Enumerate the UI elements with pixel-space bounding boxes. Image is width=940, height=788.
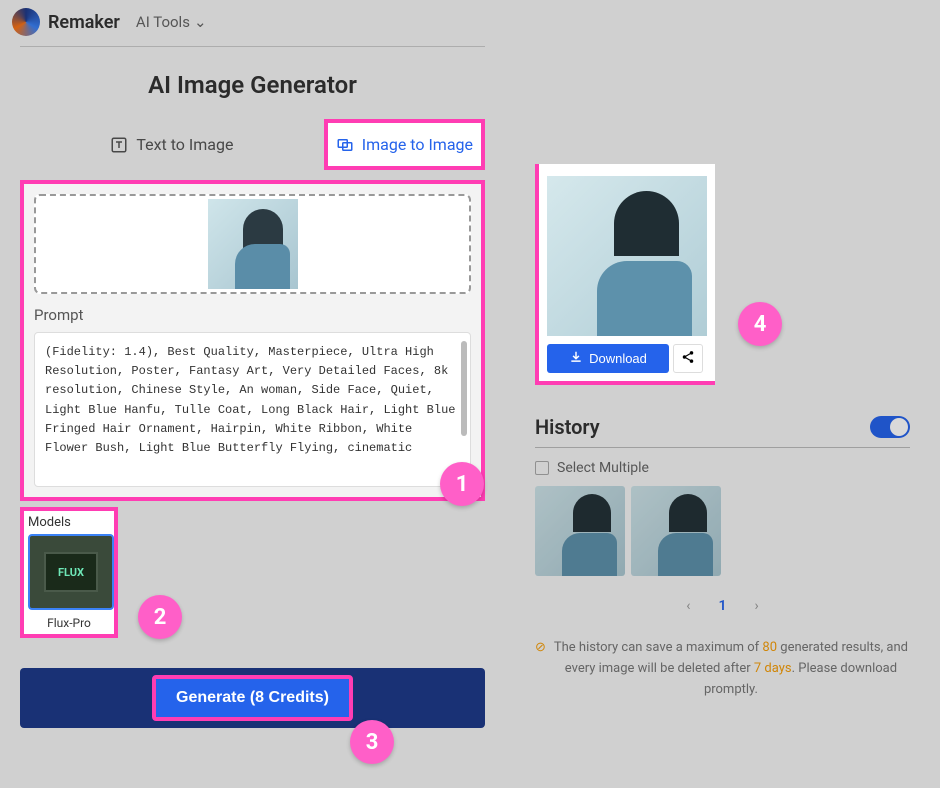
- model-name: Flux-Pro: [28, 616, 110, 630]
- history-note: ⊘ The history can save a maximum of 80 g…: [535, 638, 910, 700]
- generate-bar: Generate (8 Credits): [20, 668, 485, 728]
- history-thumb[interactable]: [535, 486, 625, 576]
- ai-tools-dropdown[interactable]: AI Tools ⌄: [136, 13, 207, 31]
- tab-image-to-image-highlight: Image to Image: [324, 119, 485, 170]
- image-swap-icon: [336, 136, 354, 154]
- history-title: History: [535, 415, 600, 439]
- generate-button[interactable]: Generate (8 Credits): [152, 675, 353, 721]
- download-button[interactable]: Download: [547, 344, 669, 373]
- models-label: Models: [28, 515, 110, 530]
- tab-text-to-image[interactable]: Text to Image: [20, 119, 324, 170]
- prompt-textarea[interactable]: (Fidelity: 1.4), Best Quality, Masterpie…: [34, 332, 471, 487]
- generated-image[interactable]: [547, 176, 707, 336]
- step-badge-1: 1: [440, 462, 484, 506]
- uploaded-thumbnail[interactable]: [208, 199, 298, 289]
- select-multiple-row[interactable]: Select Multiple: [535, 460, 910, 476]
- history-thumb[interactable]: [631, 486, 721, 576]
- step-badge-4: 4: [738, 302, 782, 346]
- share-button[interactable]: [673, 344, 703, 373]
- step-badge-2: 2: [138, 595, 182, 639]
- tab-image-to-image[interactable]: Image to Image: [336, 125, 473, 164]
- model-flux-tag: FLUX: [58, 566, 84, 579]
- checkbox-icon[interactable]: [535, 461, 549, 475]
- history-toggle[interactable]: [870, 416, 910, 438]
- page-current[interactable]: 1: [719, 598, 727, 614]
- page-title: AI Image Generator: [20, 71, 485, 99]
- tools-label: AI Tools: [136, 13, 190, 31]
- warning-icon: ⊘: [535, 638, 546, 700]
- step-badge-3: 3: [350, 720, 394, 764]
- logo-icon: [12, 8, 40, 36]
- scrollbar-thumb[interactable]: [461, 341, 467, 436]
- share-icon: [681, 350, 695, 367]
- page-prev[interactable]: ‹: [686, 598, 690, 614]
- history-thumbnails: [535, 486, 910, 576]
- result-card-highlight: Download: [535, 164, 715, 385]
- download-icon: [569, 350, 583, 367]
- text-icon: [110, 136, 128, 154]
- model-card-flux-pro[interactable]: FLUX: [28, 534, 114, 610]
- brand-name: Remaker: [48, 12, 120, 33]
- chevron-down-icon: ⌄: [194, 13, 207, 31]
- app-header: Remaker AI Tools ⌄: [0, 0, 940, 44]
- models-section-highlight: Models FLUX Flux-Pro: [20, 507, 118, 638]
- prompt-label: Prompt: [34, 306, 471, 324]
- page-next[interactable]: ›: [755, 598, 759, 614]
- pagination: ‹ 1 ›: [535, 598, 910, 614]
- prompt-section-highlight: Prompt (Fidelity: 1.4), Best Quality, Ma…: [20, 180, 485, 501]
- image-upload-dropzone[interactable]: [34, 194, 471, 294]
- history-section: History Select Multiple ‹ 1 › ⊘ The hist…: [525, 415, 920, 700]
- mode-tabs: Text to Image Image to Image: [20, 119, 485, 170]
